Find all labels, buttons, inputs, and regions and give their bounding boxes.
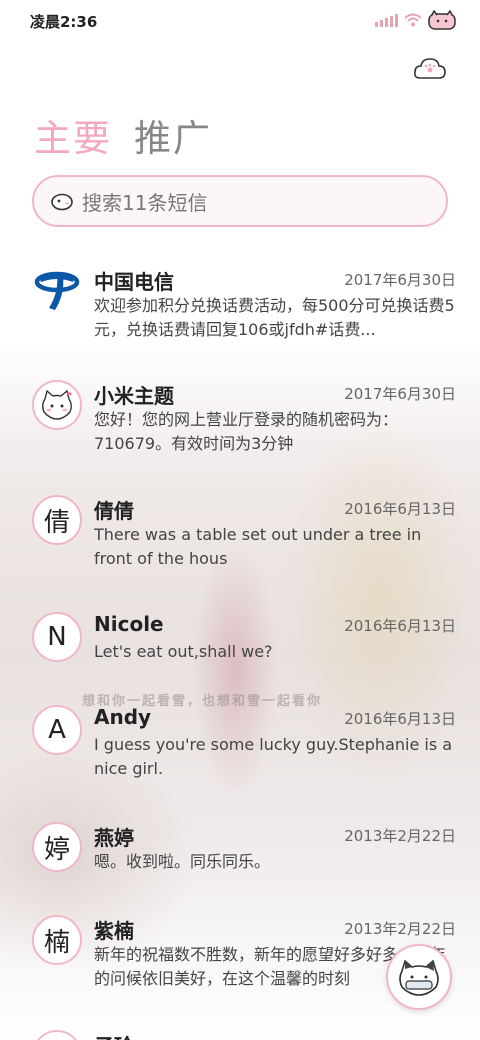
message-preview: 嗯。收到啦。同乐同乐。	[94, 852, 271, 871]
telecom-logo-icon	[34, 271, 80, 310]
compose-button[interactable]	[386, 944, 452, 1010]
message-preview: I guess you're some lucky guy.Stephanie …	[94, 735, 453, 778]
sender-name: 紫楠	[94, 919, 134, 943]
contact-avatar: N	[32, 612, 82, 662]
search-placeholder: 搜索11条短信	[82, 190, 208, 215]
tab-primary[interactable]: 主要	[34, 108, 112, 162]
status-time: 凌晨2:36	[30, 13, 98, 31]
conversation-item[interactable]: 婷 燕婷 2013年2月22日 嗯。收到啦。同乐同乐。	[32, 822, 456, 922]
telecom-logo-avatar	[32, 266, 82, 316]
cat-avatar	[32, 380, 82, 430]
contact-avatar: 楠	[32, 915, 82, 965]
wifi-icon	[404, 13, 422, 27]
conversation-item[interactable]: 倩 倩倩 2016年6月13日 There was a table set ou…	[32, 495, 456, 595]
status-bar: 凌晨2:36	[0, 0, 480, 40]
message-preview: There was a table set out under a tree i…	[94, 525, 422, 568]
message-date: 2016年6月13日	[344, 617, 456, 635]
message-date: 2017年6月30日	[344, 271, 456, 289]
compose-cat-icon	[399, 959, 439, 996]
conversation-item[interactable]: N Nicole 2016年6月13日 Let's eat out,shall …	[32, 612, 456, 712]
conversation-item[interactable]: 小米主题 2017年6月30日 您好！您的网上营业厅登录的随机密码为：71067…	[32, 380, 456, 480]
message-preview: Let's eat out,shall we?	[94, 642, 273, 661]
conversation-item[interactable]: A Andy 2016年6月13日 I guess you're some lu…	[32, 705, 456, 805]
contact-avatar: 倩	[32, 495, 82, 545]
contact-avatar: 婷	[32, 822, 82, 872]
message-date: 2016年6月13日	[344, 710, 456, 728]
sender-name: 小米主题	[94, 384, 174, 408]
message-date: 2013年2月22日	[344, 827, 456, 845]
cat-face-icon	[42, 389, 72, 420]
message-date: 2013年2月22日	[344, 920, 456, 938]
cat-battery-icon	[428, 10, 456, 30]
search-cat-icon	[51, 193, 73, 211]
tab-promotions[interactable]: 推广	[134, 108, 212, 162]
sender-name: Andy	[94, 705, 152, 729]
message-preview: 您好！您的网上营业厅登录的随机密码为：710679。有效时间为3分钟	[94, 410, 399, 453]
contact-avatar: A	[32, 705, 82, 755]
signal-icon	[375, 13, 398, 27]
sender-name: 燕婷	[94, 826, 134, 850]
message-date: 2017年6月30日	[344, 385, 456, 403]
sender-name: Nicole	[94, 612, 164, 636]
search-input[interactable]: 搜索11条短信	[32, 175, 448, 227]
theme-cloud-icon[interactable]	[412, 54, 448, 84]
sender-name: 中国电信	[94, 270, 174, 294]
conversation-item[interactable]: 中国电信 2017年6月30日 欢迎参加积分兑换话费活动，每500分可兑换话费5…	[32, 266, 456, 366]
status-icons	[375, 10, 456, 30]
tab-bar: 主要 推广	[34, 108, 212, 162]
message-date: 2016年6月13日	[344, 500, 456, 518]
sender-name-partial: 子玲	[94, 1030, 134, 1040]
sender-name: 倩倩	[94, 499, 134, 523]
message-preview: 欢迎参加积分兑换话费活动，每500分可兑换话费5元，兑换话费请回复106或jfd…	[94, 296, 455, 339]
